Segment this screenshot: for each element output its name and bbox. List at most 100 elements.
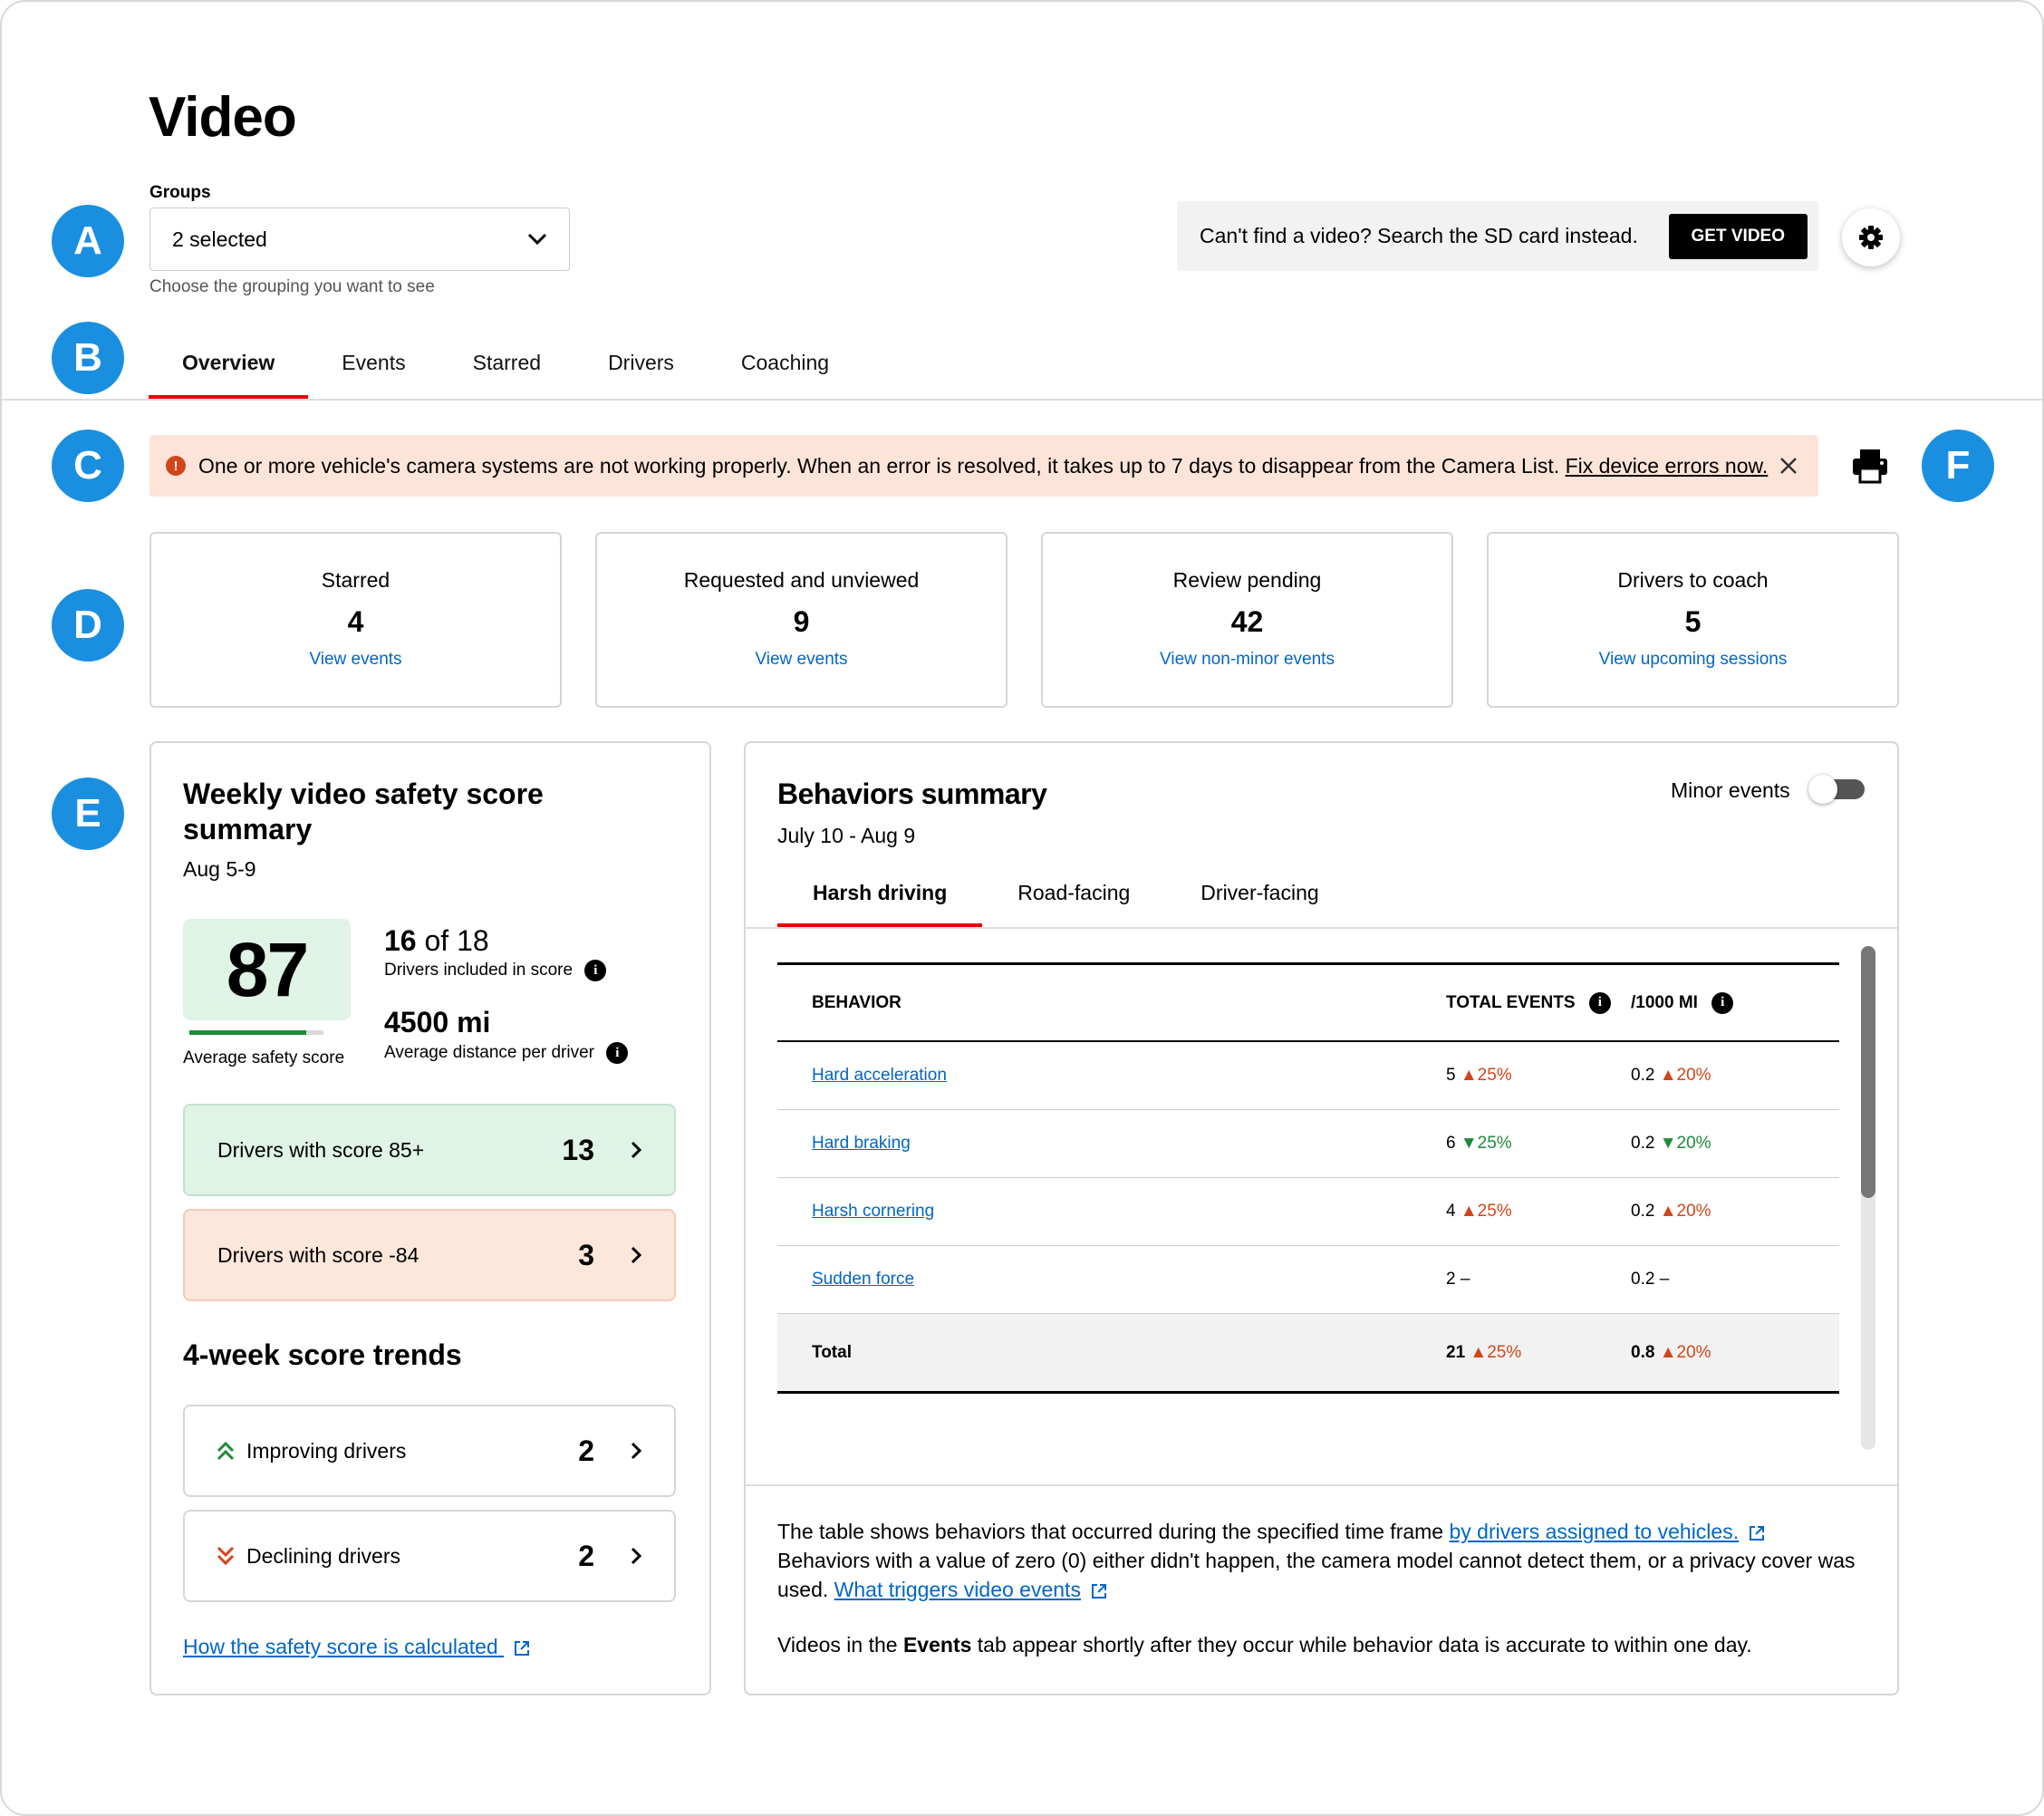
- table-header: BEHAVIOR TOTAL EVENTS i /1000 MI i: [777, 962, 1839, 1042]
- drivers-score-high-button[interactable]: Drivers with score 85+ 13: [183, 1104, 676, 1196]
- stat-link[interactable]: View upcoming sessions: [1599, 650, 1788, 670]
- column-total-events: TOTAL EVENTS i: [1446, 991, 1631, 1014]
- sd-card-search-banner: Can't find a video? Search the SD card i…: [1177, 201, 1818, 271]
- stat-value: 4: [347, 605, 364, 638]
- column-behavior: BEHAVIOR: [812, 992, 901, 1012]
- stat-label: Starred: [321, 568, 390, 592]
- tab-road-facing[interactable]: Road-facing: [982, 877, 1165, 928]
- stat-card-drivers-to-coach: Drivers to coach 5 View upcoming session…: [1487, 532, 1899, 708]
- external-link-icon: [515, 1640, 530, 1656]
- row-count: 2: [578, 1434, 594, 1467]
- tab-events[interactable]: Events: [308, 333, 439, 400]
- rate-cell: 0.2 –: [1631, 1270, 1670, 1289]
- camera-error-alert: ! One or more vehicle's camera systems a…: [149, 435, 1818, 497]
- behaviors-table: BEHAVIOR TOTAL EVENTS i /1000 MI i Hard …: [777, 962, 1839, 1394]
- rate-cell: 0.2 ▼20%: [1631, 1134, 1711, 1153]
- weekly-score-date: Aug 5-9: [183, 857, 256, 881]
- row-label: Drivers with score -84: [217, 1242, 419, 1267]
- chevron-right-icon: [631, 1141, 641, 1159]
- page-title: Video: [149, 86, 297, 149]
- fix-device-errors-link[interactable]: Fix device errors now.: [1566, 454, 1769, 478]
- drivers-score-low-button[interactable]: Drivers with score -84 3: [183, 1209, 676, 1301]
- drivers-included-label: Drivers included in score i: [384, 960, 607, 981]
- tab-overview[interactable]: Overview: [149, 333, 309, 400]
- safety-score-bar-fill: [189, 1030, 306, 1035]
- rate-cell: 0.2 ▲20%: [1631, 1066, 1711, 1085]
- close-icon[interactable]: [1779, 456, 1798, 476]
- average-safety-score: 87: [183, 919, 351, 1020]
- table-scrollbar-thumb[interactable]: [1861, 946, 1875, 1198]
- sd-card-search-text: Can't find a video? Search the SD card i…: [1200, 224, 1638, 247]
- video-triggers-link[interactable]: What triggers video events: [834, 1578, 1081, 1601]
- minor-events-toggle[interactable]: [1808, 775, 1865, 804]
- behavior-link[interactable]: Hard braking: [812, 1134, 911, 1153]
- behaviors-summary-title: Behaviors summary: [777, 778, 1047, 810]
- stat-link[interactable]: View events: [309, 650, 401, 670]
- info-icon[interactable]: i: [1711, 991, 1734, 1014]
- external-link-icon: [1750, 1525, 1765, 1541]
- rate-cell: 0.8 ▲20%: [1631, 1342, 1711, 1362]
- info-icon[interactable]: i: [606, 1042, 629, 1064]
- settings-button[interactable]: [1842, 208, 1900, 266]
- declining-drivers-button[interactable]: Declining drivers 2: [183, 1510, 676, 1602]
- double-chevron-up-icon: [217, 1441, 235, 1461]
- behavior-link[interactable]: Hard acceleration: [812, 1066, 947, 1085]
- tab-coaching[interactable]: Coaching: [708, 333, 863, 400]
- double-chevron-down-icon: [217, 1546, 235, 1566]
- tab-driver-facing[interactable]: Driver-facing: [1165, 877, 1354, 928]
- stat-link[interactable]: View events: [755, 650, 847, 670]
- marker-a: A: [52, 205, 124, 277]
- drivers-included: 16 of 18: [384, 924, 489, 957]
- stat-value: 5: [1684, 605, 1702, 638]
- behavior-link[interactable]: Sudden force: [812, 1270, 914, 1289]
- groups-label: Groups: [149, 183, 211, 202]
- stat-value: 42: [1230, 605, 1264, 638]
- printer-icon[interactable]: [1850, 446, 1890, 486]
- weekly-score-title: Weekly video safety score summary: [183, 778, 544, 845]
- total-events-cell: 6 ▼25%: [1446, 1134, 1512, 1153]
- table-row: Hard braking 6 ▼25% 0.2 ▼20%: [777, 1110, 1839, 1178]
- marker-c: C: [52, 430, 124, 502]
- toggle-knob: [1808, 775, 1837, 804]
- groups-select-value: 2 selected: [172, 227, 267, 251]
- alert-message: One or more vehicle's camera systems are…: [198, 453, 1769, 478]
- row-count: 3: [578, 1238, 594, 1271]
- behaviors-footer-divider: [745, 1484, 1897, 1486]
- app-frame: A B C D E F G Video Groups 2 selected Ch…: [0, 0, 2044, 1816]
- marker-d: D: [52, 589, 124, 662]
- marker-e: E: [52, 778, 124, 850]
- tab-drivers[interactable]: Drivers: [574, 333, 708, 400]
- stat-card-requested: Requested and unviewed 9 View events: [595, 532, 1008, 708]
- improving-drivers-button[interactable]: Improving drivers 2: [183, 1405, 676, 1497]
- behavior-tabs-divider: [745, 927, 1897, 929]
- safety-score-bar: [189, 1030, 323, 1035]
- chevron-right-icon: [631, 1246, 641, 1264]
- get-video-button[interactable]: GET VIDEO: [1668, 213, 1808, 259]
- table-row: Harsh cornering 4 ▲25% 0.2 ▲20%: [777, 1178, 1839, 1246]
- row-label: Declining drivers: [246, 1543, 401, 1568]
- drivers-assigned-link[interactable]: by drivers assigned to vehicles.: [1450, 1520, 1740, 1543]
- stat-label: Requested and unviewed: [683, 568, 920, 592]
- info-icon[interactable]: i: [584, 960, 607, 981]
- marker-f: F: [1922, 430, 1994, 502]
- stat-label: Review pending: [1172, 568, 1322, 592]
- chevron-down-icon: [527, 233, 547, 246]
- groups-help-text: Choose the grouping you want to see: [149, 277, 435, 296]
- behavior-tabs: Harsh driving Road-facing Driver-facing: [777, 877, 1355, 928]
- info-icon[interactable]: i: [1588, 991, 1611, 1014]
- tab-starred[interactable]: Starred: [439, 333, 574, 400]
- tab-harsh-driving[interactable]: Harsh driving: [777, 877, 983, 928]
- behaviors-data-note: Videos in the Events tab appear shortly …: [777, 1633, 1752, 1657]
- total-events-cell: 5 ▲25%: [1446, 1066, 1512, 1085]
- groups-select[interactable]: 2 selected: [149, 208, 570, 271]
- external-link-icon: [1091, 1583, 1106, 1599]
- total-events-cell: 21 ▲25%: [1446, 1342, 1522, 1362]
- tabs-divider: [2, 399, 2042, 401]
- behaviors-footnote: The table shows behaviors that occurred …: [777, 1520, 1856, 1601]
- chevron-right-icon: [631, 1547, 641, 1565]
- stat-link[interactable]: View non-minor events: [1160, 650, 1335, 670]
- stat-card-review-pending: Review pending 42 View non-minor events: [1041, 532, 1453, 708]
- behavior-link[interactable]: Harsh cornering: [812, 1202, 934, 1221]
- safety-score-calculation-link[interactable]: How the safety score is calculated: [183, 1635, 531, 1659]
- behaviors-summary-date: July 10 - Aug 9: [777, 824, 916, 847]
